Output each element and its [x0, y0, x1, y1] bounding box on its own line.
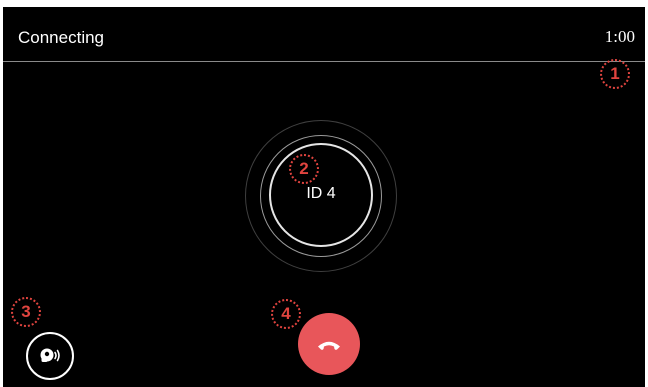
intercom-call-screen: Connecting 1:00 1 ID 4 2 3 4	[3, 7, 645, 387]
phone-hangup-icon	[318, 341, 340, 350]
annotation-marker-2: 2	[289, 154, 319, 184]
hangup-button[interactable]	[298, 313, 360, 375]
speaker-button[interactable]	[26, 332, 74, 380]
call-status-text: Connecting	[18, 28, 105, 47]
annotation-marker-3: 3	[11, 297, 41, 327]
header-divider	[3, 61, 645, 62]
speaker-voice-icon	[40, 348, 60, 362]
call-header: Connecting 1:00	[3, 7, 645, 61]
annotation-marker-4: 4	[271, 299, 301, 329]
device-id-label: ID 4	[306, 185, 336, 202]
call-timer: 1:00	[604, 27, 635, 46]
annotation-marker-1: 1	[600, 59, 630, 89]
